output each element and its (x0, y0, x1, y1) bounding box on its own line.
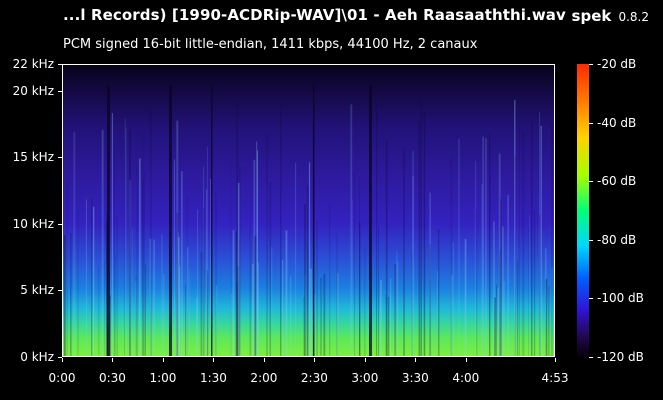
time-tick-label: 4:53 (541, 371, 569, 385)
file-title: ...l Records) [1990-ACDRip-WAV]\01 - Aeh… (63, 6, 566, 24)
time-tick (415, 358, 417, 362)
app-brand: spek 0.8.2 (572, 6, 649, 25)
app-name: spek (571, 7, 612, 25)
frequency-tick-label: 15 kHz (12, 150, 54, 165)
audio-format-info: PCM signed 16-bit little-endian, 1411 kb… (63, 37, 478, 52)
time-tick (112, 358, 114, 362)
time-tick-label: 2:30 (300, 371, 328, 385)
time-tick-label: 2:00 (250, 371, 278, 385)
time-tick (263, 358, 265, 362)
spectrogram[interactable] (62, 64, 555, 357)
decibel-tick-label: -60 dB (597, 174, 637, 189)
decibel-tick-label: -80 dB (597, 232, 637, 247)
decibel-tick (589, 181, 593, 183)
time-tick-label: 0:30 (98, 371, 126, 385)
frequency-tick-label: 10 kHz (12, 216, 54, 231)
decibel-tick (589, 64, 593, 65)
time-tick (213, 358, 215, 362)
time-tick-label: 0:00 (48, 371, 76, 385)
decibel-tick (589, 298, 593, 300)
time-tick (314, 358, 316, 362)
decibel-tick-label: -100 dB (597, 291, 644, 306)
time-tick-label: 4:00 (452, 371, 480, 385)
decibel-tick-label: -120 dB (597, 350, 644, 364)
decibel-tick (589, 122, 593, 124)
frequency-tick-label: 0 kHz (20, 350, 54, 364)
time-tick (62, 358, 63, 362)
time-tick (162, 358, 164, 362)
time-tick-label: 1:00 (149, 371, 177, 385)
frequency-tick-label: 22 kHz (12, 57, 54, 71)
time-tick (364, 358, 366, 362)
decibel-tick (589, 239, 593, 241)
app-version: 0.8.2 (618, 10, 649, 24)
frequency-tick-label: 20 kHz (12, 83, 54, 98)
time-tick-label: 1:30 (199, 371, 227, 385)
time-tick (555, 358, 556, 362)
decibel-tick-label: -40 dB (597, 115, 637, 130)
decibel-tick (589, 357, 593, 358)
spectrogram-image (63, 65, 554, 356)
decibel-colorbar (577, 64, 589, 357)
time-tick (465, 358, 467, 362)
decibel-tick-label: -20 dB (597, 57, 637, 71)
frequency-tick-label: 5 kHz (20, 283, 54, 298)
time-tick-label: 3:00 (351, 371, 379, 385)
time-tick-label: 3:30 (401, 371, 429, 385)
